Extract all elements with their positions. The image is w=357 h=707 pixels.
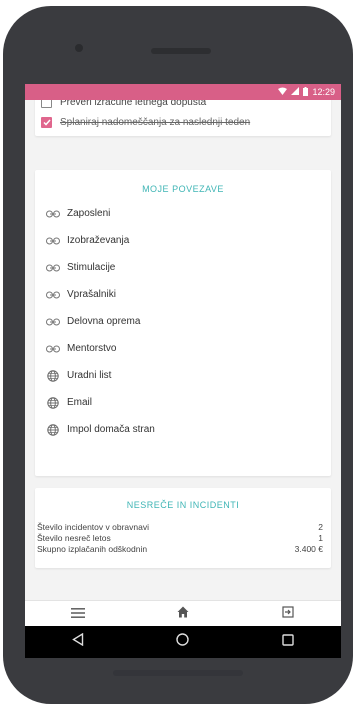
link-label: Vprašalniki	[67, 289, 116, 300]
android-nav-bar	[25, 626, 341, 658]
recents-icon	[282, 633, 295, 651]
link-label: Impol domača stran	[67, 424, 155, 435]
link-icon	[45, 316, 61, 328]
links-list: Zaposleni Izobraževanja Stimulacije Vpra…	[35, 200, 331, 443]
phone-frame: 12:29 Preveri izračune letnega dopusta S…	[3, 6, 353, 704]
incident-label: Število incidentov v obravnavi	[37, 522, 149, 532]
todo-item[interactable]: Splaniraj nadomeščanja za naslednji tede…	[35, 112, 331, 132]
links-section-title: MOJE POVEZAVE	[142, 184, 224, 194]
link-stimulacije[interactable]: Stimulacije	[45, 254, 331, 281]
android-home-button[interactable]	[163, 628, 203, 656]
link-vprasalniki[interactable]: Vprašalniki	[45, 281, 331, 308]
link-label: Zaposleni	[67, 208, 111, 219]
link-icon	[45, 289, 61, 301]
home-icon	[177, 605, 189, 623]
link-label: Stimulacije	[67, 262, 116, 273]
link-icon	[45, 262, 61, 274]
signal-icon	[291, 87, 300, 97]
link-icon	[45, 343, 61, 355]
phone-bottom-grill	[113, 670, 243, 676]
camera-icon	[75, 44, 83, 52]
links-card: MOJE POVEZAVE Zaposleni Izobraževanja St…	[35, 170, 331, 476]
speaker-grill	[151, 48, 211, 54]
recents-button[interactable]	[268, 628, 308, 656]
incident-label: Število nesreč letos	[37, 533, 111, 543]
app-bottom-nav	[25, 600, 341, 626]
status-bar: 12:29	[25, 84, 341, 100]
battery-icon	[303, 86, 309, 98]
link-label: Email	[67, 397, 93, 408]
home-circle-icon	[176, 633, 190, 651]
incident-row: Skupno izplačanih odškodnin 3.400 €	[35, 544, 331, 555]
menu-button[interactable]	[58, 602, 98, 626]
logout-button[interactable]	[268, 602, 308, 626]
incident-label: Skupno izplačanih odškodnin	[37, 544, 148, 554]
link-label: Uradni list	[67, 370, 112, 381]
incident-row: Število nesreč letos 1	[35, 533, 331, 544]
link-label: Izobraževanja	[67, 235, 130, 246]
incident-value: 3.400 €	[294, 544, 323, 554]
incident-value: 1	[318, 533, 323, 543]
checkbox-checked[interactable]	[41, 116, 52, 128]
todo-label: Splaniraj nadomeščanja za naslednji tede…	[60, 116, 251, 128]
link-label: Mentorstvo	[67, 343, 117, 354]
back-icon	[71, 632, 84, 651]
screen: 12:29 Preveri izračune letnega dopusta S…	[25, 84, 341, 658]
incidents-card: NESREČE IN INCIDENTI Število incidentov …	[35, 488, 331, 568]
link-icon	[45, 208, 61, 220]
status-time: 12:29	[312, 87, 335, 97]
link-email[interactable]: Email	[45, 389, 331, 416]
link-zaposleni[interactable]: Zaposleni	[45, 200, 331, 227]
wifi-icon	[278, 87, 288, 97]
globe-icon	[45, 369, 61, 382]
incident-value: 2	[318, 522, 323, 532]
logout-icon	[282, 605, 294, 623]
link-impol-domaca-stran[interactable]: Impol domača stran	[45, 416, 331, 443]
link-label: Delovna oprema	[67, 316, 141, 327]
back-button[interactable]	[58, 628, 98, 656]
link-delovna-oprema[interactable]: Delovna oprema	[45, 308, 331, 335]
link-mentorstvo[interactable]: Mentorstvo	[45, 335, 331, 362]
link-uradni-list[interactable]: Uradni list	[45, 362, 331, 389]
globe-icon	[45, 396, 61, 409]
link-icon	[45, 235, 61, 247]
incident-row: Število incidentov v obravnavi 2	[35, 522, 331, 533]
home-button[interactable]	[163, 602, 203, 626]
menu-icon	[70, 605, 85, 623]
incidents-section-title: NESREČE IN INCIDENTI	[126, 500, 240, 510]
link-izobrazevanja[interactable]: Izobraževanja	[45, 227, 331, 254]
globe-icon	[45, 423, 61, 436]
